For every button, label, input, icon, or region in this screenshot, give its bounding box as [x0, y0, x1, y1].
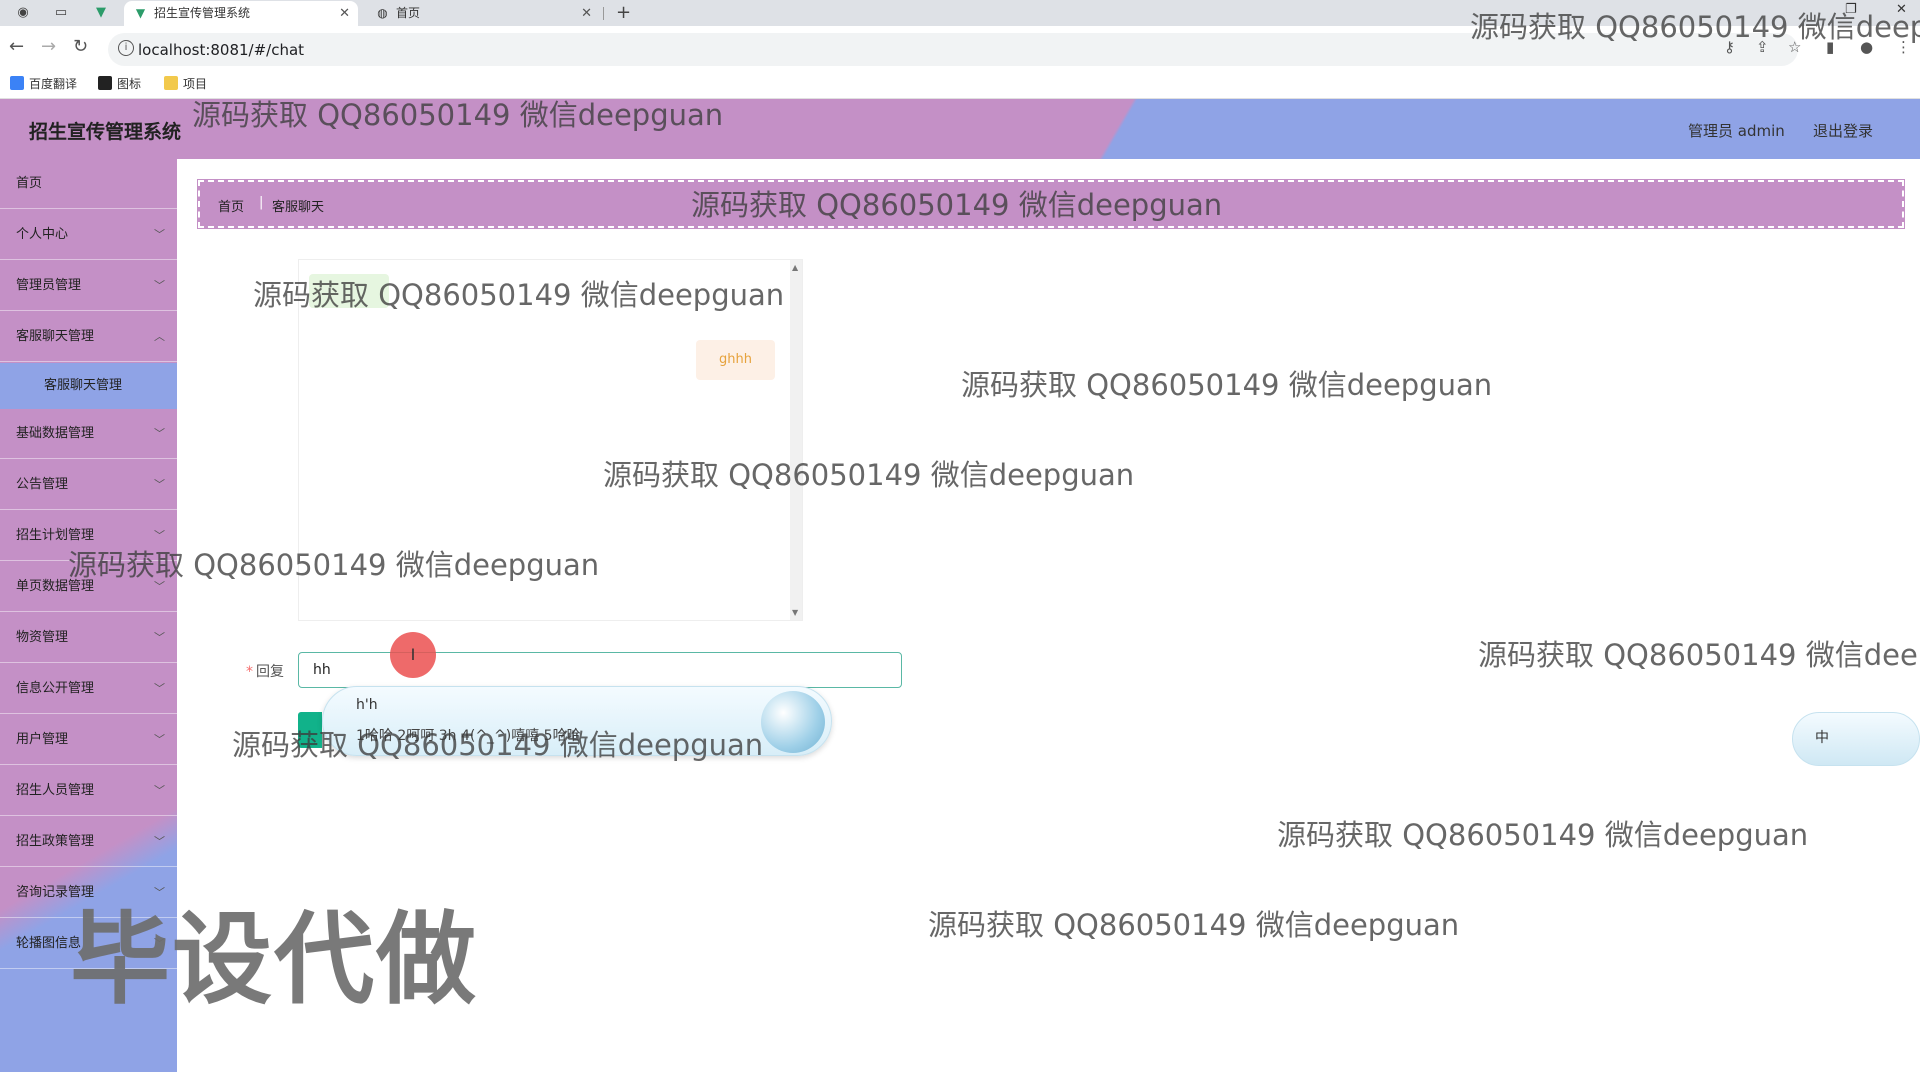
sidebar-item-label: 首页 [16, 176, 43, 191]
ime-skin-icon [761, 691, 825, 753]
reload-icon[interactable]: ↻ [73, 36, 88, 58]
breadcrumb-home[interactable]: 首页 [218, 196, 244, 215]
sidebar-item-users[interactable]: 用户管理 ﹀ [0, 715, 177, 765]
logout-link[interactable]: 退出登录 [1813, 120, 1873, 141]
chevron-down-icon: ﹀ [154, 733, 165, 746]
watermark-text: 源码获取 QQ86050149 微信deepguan [192, 98, 724, 132]
sidebar-item-label: 用户管理 [16, 732, 69, 747]
sidebar-item-label: 公告管理 [16, 477, 69, 492]
globe-icon: ◍ [377, 6, 388, 20]
chevron-down-icon: ﹀ [154, 835, 165, 848]
back-icon[interactable]: ← [9, 36, 24, 58]
tab-label: 首页 [396, 6, 421, 20]
close-tab-icon[interactable]: ✕ [581, 1, 592, 26]
sidebar-item-label: 信息公开管理 [16, 681, 95, 696]
bookmark-icons[interactable]: 图标 [98, 76, 141, 92]
app-title: 招生宣传管理系统 [29, 121, 182, 143]
sidebar-item-label: 管理员管理 [16, 278, 82, 293]
sidebar-item-announcements[interactable]: 公告管理 ﹀ [0, 460, 177, 510]
breadcrumb-current: 客服聊天 [272, 200, 325, 215]
tab-admin-system[interactable]: ▼ 招生宣传管理系统 ✕ [124, 1, 358, 26]
watermark-text: 源码获取 QQ86050149 微信deepguan [253, 278, 785, 312]
chevron-down-icon: ﹀ [154, 784, 165, 797]
watermark-text: 源码获取 QQ86050149 微信deepguan [603, 458, 1135, 492]
breadcrumb-separator: | [259, 195, 264, 210]
bookmark-label: 项目 [183, 77, 208, 91]
reply-input[interactable] [298, 652, 902, 688]
tab-label: 招生宣传管理系统 [154, 6, 251, 20]
scroll-down-icon[interactable]: ▼ [792, 608, 798, 617]
chat-scrollbar[interactable]: ▲ ▼ [790, 260, 802, 620]
sidebar-item-label: 招生计划管理 [16, 528, 95, 543]
bookmark-projects[interactable]: 项目 [164, 76, 207, 92]
chevron-up-icon: ︿ [154, 330, 165, 343]
sidebar-item-info-disclosure[interactable]: 信息公开管理 ﹀ [0, 664, 177, 714]
tab-search-icon[interactable]: ▭ [52, 4, 70, 22]
sidebar-item-chat-management[interactable]: 客服聊天管理 ︿ [0, 312, 177, 362]
tab-home[interactable]: ◍ 首页 ✕ [366, 1, 600, 26]
bookmark-label: 图标 [117, 77, 142, 91]
reply-label: * 回复 [246, 661, 284, 681]
vue-logo-icon: ▼ [135, 6, 146, 20]
current-user: 管理员 admin [1688, 122, 1785, 140]
translate-icon [10, 76, 24, 90]
sidebar-item-supplies[interactable]: 物资管理 ﹀ [0, 613, 177, 663]
sidebar-subitem-label: 客服聊天管理 [44, 378, 123, 393]
iconfont-icon [98, 76, 112, 90]
watermark-text: 源码获取 QQ86050149 微信deepguan [928, 908, 1460, 942]
close-tab-icon[interactable]: ✕ [339, 1, 350, 26]
chat-message-right: ghhh [696, 340, 775, 380]
sidebar-item-label: 物资管理 [16, 630, 69, 645]
watermark-text: 源码获取 QQ86050149 微信deepguan [232, 728, 764, 762]
chevron-down-icon: ﹀ [154, 682, 165, 695]
chevron-down-icon: ﹀ [154, 478, 165, 491]
sidebar-item-label: 招生人员管理 [16, 783, 95, 798]
sidebar-item-admin-management[interactable]: 管理员管理 ﹀ [0, 261, 177, 311]
watermark-text: 源码获取 QQ86050149 微信deepguan [961, 368, 1493, 402]
vue-favicon-icon: ▼ [96, 5, 106, 20]
sidebar-item-label: 客服聊天管理 [16, 329, 95, 344]
watermark-text: 源码获取 QQ86050149 微信deepguan [1470, 10, 1920, 44]
chevron-down-icon: ﹀ [154, 631, 165, 644]
text-cursor-icon: I [390, 632, 436, 678]
bookmark-baidu-translate[interactable]: 百度翻译 [10, 76, 77, 92]
scroll-up-icon[interactable]: ▲ [792, 263, 798, 272]
ime-status-bar[interactable]: 中 [1792, 712, 1920, 766]
sidebar-item-personal-center[interactable]: 个人中心 ﹀ [0, 210, 177, 260]
watermark-text: 源码获取 QQ86050149 微信deepguan [68, 548, 600, 582]
chevron-down-icon: ﹀ [154, 228, 165, 241]
watermark-text: 源码获取 QQ86050149 微信deepguan [1478, 638, 1920, 672]
ime-mode-label: 中 [1815, 730, 1829, 746]
sidebar-item-recruiters[interactable]: 招生人员管理 ﹀ [0, 766, 177, 816]
sidebar-item-label: 招生政策管理 [16, 834, 95, 849]
url-text: localhost:8081/#/chat [138, 41, 305, 59]
watermark-text: 源码获取 QQ86050149 微信deepguan [691, 188, 1223, 222]
new-tab-icon[interactable]: + [616, 1, 631, 25]
browser-menu-icon[interactable]: ◉ [14, 4, 32, 22]
site-info-icon[interactable]: i [118, 40, 134, 56]
required-mark: * [246, 664, 253, 680]
forward-icon[interactable]: → [41, 36, 56, 58]
chevron-down-icon: ﹀ [154, 279, 165, 292]
folder-icon [164, 76, 178, 90]
sidebar-item-base-data[interactable]: 基础数据管理 ﹀ [0, 409, 177, 459]
watermark-text: 源码获取 QQ86050149 微信deepguan [1277, 818, 1809, 852]
chevron-down-icon: ﹀ [154, 427, 165, 440]
sidebar-item-label: 个人中心 [16, 227, 69, 242]
watermark-big: 毕设代做 [70, 901, 478, 1018]
tab-separator [603, 7, 604, 20]
sidebar-subitem-chat-management[interactable]: 客服聊天管理 [0, 363, 177, 409]
bookmark-label: 百度翻译 [29, 77, 78, 91]
sidebar-item-enrollment-policy[interactable]: 招生政策管理 ﹀ [0, 817, 177, 867]
sidebar-item-label: 基础数据管理 [16, 426, 95, 441]
ime-composition: h'h [356, 697, 378, 713]
reply-label-text: 回复 [256, 664, 284, 680]
sidebar-item-home[interactable]: 首页 [0, 159, 177, 209]
